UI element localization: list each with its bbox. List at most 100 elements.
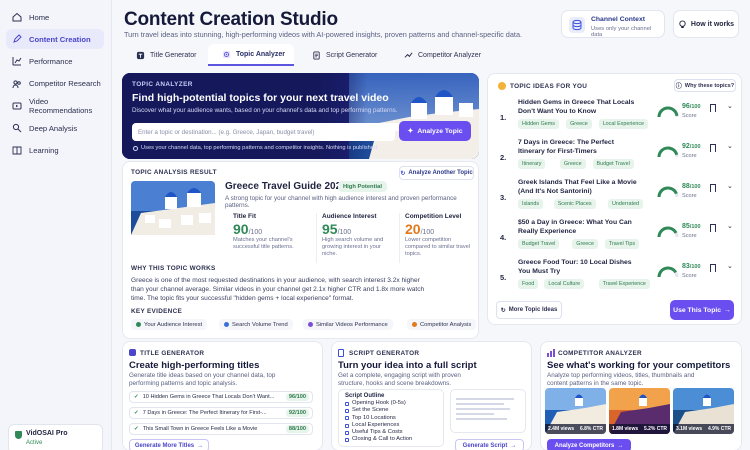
sidebar-item-label: Home: [29, 12, 50, 22]
title-gen-desc: Generate title ideas based on your chann…: [129, 372, 276, 387]
score-label: Score: [682, 193, 697, 199]
lock-icon: [133, 146, 138, 151]
arrow-right-icon: →: [510, 442, 517, 449]
use-this-topic-button[interactable]: Use This Topic →: [670, 300, 734, 320]
chevron-down-icon[interactable]: ⌄: [727, 222, 733, 230]
evidence-dot-icon: [308, 322, 313, 327]
how-it-works-button[interactable]: How it works: [673, 10, 739, 38]
outline-item: Closing & Call to Action: [345, 436, 437, 443]
evidence-chip[interactable]: Similar Videos Performance: [303, 319, 393, 330]
script-gen-eyebrow: SCRIPT GENERATOR: [349, 350, 420, 357]
arrow-right-icon: →: [724, 306, 731, 314]
pro-status: Active: [26, 440, 43, 446]
topic-idea-item[interactable]: 1. Hidden Gems in Greece That Locals Don'…: [496, 99, 736, 139]
outline-item: Local Experiences: [345, 422, 437, 429]
generated-title-row[interactable]: ✓ 7 Days in Greece: The Perfect Itinerary…: [129, 407, 313, 419]
bookmark-icon[interactable]: [710, 144, 716, 152]
arrow-right-icon: →: [197, 442, 204, 449]
sidebar-item-competitor-research[interactable]: Competitor Research: [6, 74, 104, 94]
outline-item: Top 10 Locations: [345, 415, 437, 422]
topic-idea-item[interactable]: 5. Greece Food Tour: 10 Local Dishes You …: [496, 259, 736, 299]
idea-number: 1.: [500, 113, 507, 122]
script-gen-desc: Get a complete, engaging script with pro…: [338, 372, 461, 387]
generated-title-row[interactable]: ✓ 10 Hidden Gems in Greece That Locals Do…: [129, 391, 313, 403]
bookmark-icon[interactable]: [710, 184, 716, 192]
metric-value: 20: [405, 221, 421, 237]
how-it-works-label: How it works: [690, 20, 735, 28]
sidebar: Home Content Creation Performance Competito…: [0, 0, 112, 450]
title-score: 88/100: [285, 425, 309, 433]
outline-title: Script Outline: [345, 393, 385, 399]
bookmark-icon[interactable]: [710, 104, 716, 112]
idea-title: Hidden Gems in Greece That Locals Don't …: [518, 99, 635, 115]
outline-item: Useful Tips & Costs: [345, 429, 437, 436]
evidence-chip[interactable]: Search Volume Trend: [219, 319, 293, 330]
metric-label: Competition Level: [405, 213, 462, 220]
evidence-label: Your Audience Interest: [144, 321, 203, 328]
trend-icon: [404, 51, 413, 60]
evidence-chip[interactable]: Competitor Analysis: [407, 319, 477, 330]
sidebar-item-label: Deep Analysis: [29, 123, 78, 133]
competitor-thumbnail[interactable]: 1.8M views 5.2% CTR: [609, 388, 670, 434]
score-label: Score: [682, 233, 697, 239]
idea-number: 5.: [500, 273, 507, 282]
chevron-down-icon[interactable]: ⌄: [727, 142, 733, 150]
hero-note: Uses your channel data, top performing p…: [141, 145, 379, 151]
topic-idea-item[interactable]: 3. Greek Islands That Feel Like a Movie (…: [496, 179, 736, 219]
sidebar-item-deep-analysis[interactable]: Deep Analysis: [6, 118, 104, 138]
analyze-topic-button[interactable]: ✦ Analyze Topic: [399, 121, 471, 141]
topic-input[interactable]: Enter a topic or destination... (e.g. Gr…: [132, 123, 395, 141]
tab-competitor-analyzer[interactable]: Competitor Analyzer: [404, 44, 496, 66]
chevron-down-icon[interactable]: ⌄: [727, 262, 733, 270]
topic-tag: Itinerary: [518, 159, 546, 169]
sidebar-item-content-creation[interactable]: Content Creation: [6, 29, 104, 50]
topic-idea-item[interactable]: 2. 7 Days in Greece: The Perfect Itinerar…: [496, 139, 736, 179]
sidebar-item-home[interactable]: Home: [6, 7, 104, 27]
sidebar-item-performance[interactable]: Performance: [6, 51, 104, 71]
tab-script-generator[interactable]: Script Generator: [312, 44, 396, 66]
bookmark-icon[interactable]: [710, 264, 716, 272]
evidence-chip[interactable]: Your Audience Interest: [131, 319, 208, 330]
topic-tag: Local Culture: [544, 279, 585, 289]
generate-more-titles-button[interactable]: Generate More Titles →: [129, 439, 209, 450]
metric-2: Competition Level 20/100 Lower competition…: [399, 213, 477, 263]
chart-icon: [547, 349, 555, 357]
competitor-thumbnail[interactable]: 3.1M views 4.9% CTR: [673, 388, 734, 434]
metric-1: Audience Interest 95/100 High search volum…: [316, 213, 394, 263]
gauge-fill: [657, 146, 679, 158]
tab-topic-analyzer[interactable]: Topic Analyzer: [208, 44, 294, 66]
channel-context-card[interactable]: Channel Context Uses only your channel d…: [561, 10, 665, 38]
sidebar-item-video-recommendations[interactable]: Video Recommendations: [6, 96, 104, 116]
title-score: 96/100: [285, 393, 309, 401]
arrow-right-icon: →: [617, 442, 624, 449]
tab-title-generator[interactable]: Title Generator: [130, 44, 210, 66]
thumb-views: 3.1M views: [676, 426, 703, 432]
sidebar-item-label: Competitor Research: [29, 79, 101, 89]
idea-score: 92/100: [682, 143, 701, 150]
thumb-views: 1.8M views: [612, 426, 639, 432]
more-topic-ideas-button[interactable]: ↻ More Topic Ideas: [496, 301, 562, 319]
chevron-down-icon[interactable]: ⌄: [727, 182, 733, 190]
chevron-down-icon[interactable]: ⌄: [727, 102, 733, 110]
analyze-competitors-button[interactable]: Analyze Competitors →: [547, 439, 631, 450]
analyze-another-button[interactable]: ↻ Analyze Another Topic: [399, 166, 474, 180]
competitor-thumbnail[interactable]: 2.4M views 6.8% CTR: [545, 388, 606, 434]
generated-title-row[interactable]: ✓ This Small Town in Greece Feels Like a …: [129, 423, 313, 435]
evidence-label: Similar Videos Performance: [316, 321, 388, 328]
pro-plan-card[interactable]: VidOSAI Pro Active: [8, 424, 103, 450]
generated-title-text: 7 Days in Greece: The Perfect Itinerary …: [142, 410, 267, 416]
title-generator-card: TITLE GENERATOR Create high-performing t…: [122, 341, 323, 450]
hero-eyebrow: TOPIC ANALYZER: [132, 81, 193, 88]
thumb-ctr: 4.9% CTR: [707, 426, 731, 432]
sidebar-item-label: Content Creation: [29, 34, 91, 44]
context-title: Channel Context: [591, 16, 646, 23]
topic-idea-item[interactable]: 4. $50 a Day in Greece: What You Can Real…: [496, 219, 736, 259]
target-icon: [222, 50, 231, 59]
why-these-topics-button[interactable]: ⓘ Why these topics?: [674, 79, 736, 92]
generate-script-button[interactable]: Generate Script →: [455, 439, 524, 450]
bookmark-icon[interactable]: [710, 224, 716, 232]
why-text: Greece is one of the most requested dest…: [131, 277, 425, 302]
idea-title: Greek Islands That Feel Like a Movie (An…: [518, 179, 637, 195]
sidebar-item-learning[interactable]: Learning: [6, 140, 104, 160]
lightbulb-icon: [678, 19, 687, 29]
